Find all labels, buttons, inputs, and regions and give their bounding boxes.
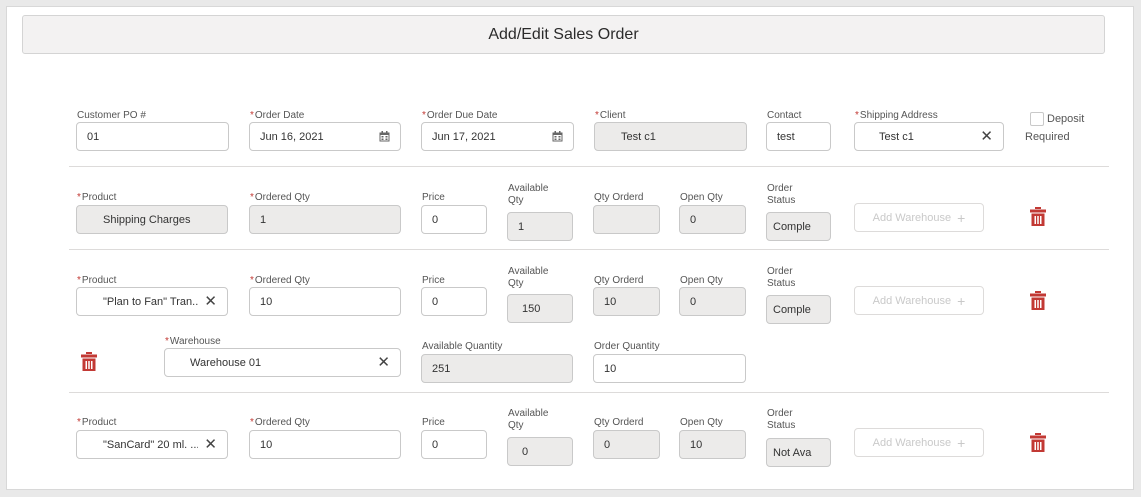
open-qty-label: Open Qty [680, 417, 723, 428]
order-quantity-input[interactable]: 10 [593, 354, 746, 383]
due-date-input[interactable]: Jun 17, 2021 [421, 122, 574, 151]
order-status-input[interactable]: Not Ava [766, 438, 831, 467]
required-label: Required [1025, 131, 1070, 143]
price-input[interactable]: 0 [421, 287, 487, 316]
order-status-input[interactable]: Comple [766, 212, 831, 241]
plus-icon: + [957, 209, 966, 226]
order-status-label: Order Status [767, 408, 796, 431]
product-input[interactable]: "Plan to Fan" Tran... ✕ [76, 287, 228, 316]
clear-icon[interactable]: ✕ [377, 355, 390, 370]
qty-orderd-input[interactable]: 10 [593, 287, 660, 316]
product-label: *Product [77, 275, 117, 286]
add-warehouse-button[interactable]: Add Warehouse + [854, 428, 984, 457]
client-input[interactable]: Test c1 [594, 122, 747, 151]
warehouse-label: *Warehouse [165, 336, 221, 347]
order-date-label: *Order Date [250, 110, 305, 121]
order-status-input[interactable]: Comple [766, 295, 831, 324]
available-qty-label: Available Qty [508, 183, 549, 206]
add-warehouse-button[interactable]: Add Warehouse + [854, 286, 984, 315]
due-date-label: *Order Due Date [422, 110, 498, 121]
shipping-address-input[interactable]: Test c1 ✕ [854, 122, 1004, 151]
price-input[interactable]: 0 [421, 430, 487, 459]
divider [69, 392, 1109, 393]
available-quantity-input[interactable]: 251 [421, 354, 573, 383]
contact-label: Contact [767, 110, 802, 121]
divider [69, 249, 1109, 250]
available-qty-input[interactable]: 150 [507, 294, 573, 323]
deposit-label: Deposit [1047, 113, 1085, 125]
available-qty-label: Available Qty [508, 408, 549, 431]
clear-icon[interactable]: ✕ [980, 129, 993, 144]
open-qty-label: Open Qty [680, 192, 723, 203]
price-label: Price [422, 417, 445, 428]
order-status-label: Order Status [767, 183, 796, 206]
client-label: *Client [595, 110, 626, 121]
customer-po-label: Customer PO # [77, 110, 146, 121]
product-input[interactable]: "SanCard" 20 ml. ... ✕ [76, 430, 228, 459]
trash-icon[interactable] [1030, 291, 1046, 310]
qty-orderd-input[interactable] [593, 205, 660, 234]
ordered-qty-label: *Ordered Qty [250, 275, 310, 286]
page-title: Add/Edit Sales Order [488, 25, 639, 43]
trash-icon[interactable] [81, 352, 97, 371]
product-label: *Product [77, 192, 117, 203]
price-label: Price [422, 192, 445, 203]
open-qty-input[interactable]: 0 [679, 205, 746, 234]
qty-orderd-label: Qty Orderd [594, 192, 644, 203]
clear-icon[interactable]: ✕ [204, 437, 217, 452]
calendar-icon[interactable] [552, 131, 563, 142]
calendar-icon[interactable] [379, 131, 390, 142]
available-qty-input[interactable]: 0 [507, 437, 573, 466]
contact-input[interactable]: test [766, 122, 831, 151]
order-date-input[interactable]: Jun 16, 2021 [249, 122, 401, 151]
qty-orderd-input[interactable]: 0 [593, 430, 660, 459]
open-qty-label: Open Qty [680, 275, 723, 286]
ordered-qty-input[interactable]: 10 [249, 287, 401, 316]
sales-order-card: Add/Edit Sales Order Customer PO # 01 *O… [6, 6, 1134, 490]
open-qty-input[interactable]: 10 [679, 430, 746, 459]
customer-po-input[interactable]: 01 [76, 122, 229, 151]
ordered-qty-label: *Ordered Qty [250, 192, 310, 203]
order-quantity-label: Order Quantity [594, 341, 660, 352]
ordered-qty-input[interactable]: 1 [249, 205, 401, 234]
trash-icon[interactable] [1030, 207, 1046, 226]
deposit-required-checkbox[interactable] [1030, 112, 1044, 126]
ordered-qty-label: *Ordered Qty [250, 417, 310, 428]
available-qty-input[interactable]: 1 [507, 212, 573, 241]
shipping-address-label: *Shipping Address [855, 110, 938, 121]
price-label: Price [422, 275, 445, 286]
trash-icon[interactable] [1030, 433, 1046, 452]
product-input[interactable]: Shipping Charges [76, 205, 228, 234]
price-input[interactable]: 0 [421, 205, 487, 234]
available-quantity-label: Available Quantity [422, 341, 503, 352]
ordered-qty-input[interactable]: 10 [249, 430, 401, 459]
open-qty-input[interactable]: 0 [679, 287, 746, 316]
product-label: *Product [77, 417, 117, 428]
plus-icon: + [957, 434, 966, 451]
available-qty-label: Available Qty [508, 266, 549, 289]
qty-orderd-label: Qty Orderd [594, 275, 644, 286]
qty-orderd-label: Qty Orderd [594, 417, 644, 428]
order-status-label: Order Status [767, 266, 796, 289]
modal-header: Add/Edit Sales Order [22, 15, 1105, 54]
plus-icon: + [957, 292, 966, 309]
clear-icon[interactable]: ✕ [204, 294, 217, 309]
add-warehouse-button[interactable]: Add Warehouse + [854, 203, 984, 232]
divider [69, 166, 1109, 167]
warehouse-input[interactable]: Warehouse 01 ✕ [164, 348, 401, 377]
